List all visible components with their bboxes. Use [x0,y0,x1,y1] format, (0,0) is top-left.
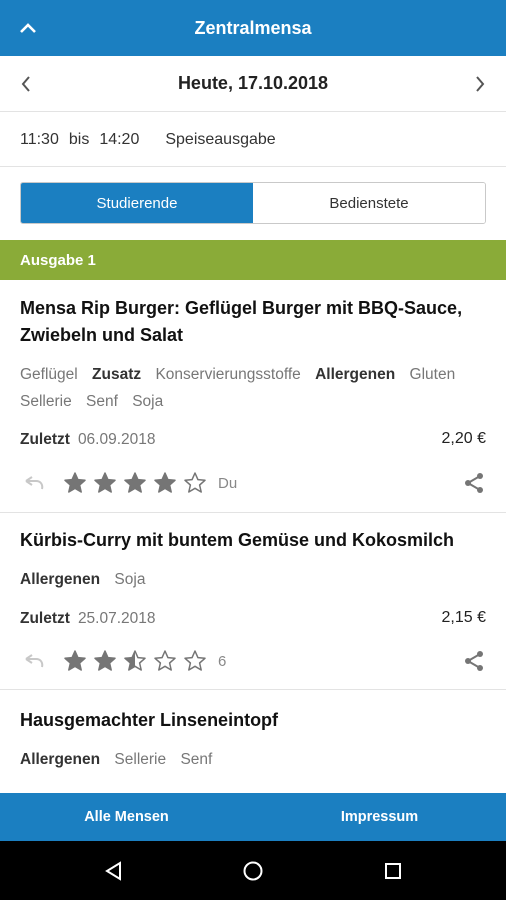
date-navigation: Heute, 17.10.2018 [0,56,506,112]
allergen: Sellerie [114,751,167,768]
star-icon[interactable] [150,647,180,675]
recents-icon[interactable] [379,857,407,885]
star-icon[interactable] [90,469,120,497]
bottom-bar: Alle Mensen Impressum [0,793,506,841]
back-icon[interactable] [100,857,128,885]
last-served-date: 25.07.2018 [77,610,156,627]
page-title: Zentralmensa [194,17,312,38]
opening-hours: 11:30 bis 14:20 Speiseausgabe [0,113,506,167]
allergen-label: Allergenen [20,571,101,588]
meal-name: Hausgemachter Linseneintopf [20,710,279,730]
meal-tags: Allergenen Soja [20,566,486,593]
star-icon[interactable] [90,647,120,675]
allergen: Senf [86,393,118,410]
meal-tags: Geflügel Zusatz Konservierungsstoffe All… [20,361,486,415]
last-served-label: Zuletzt [20,431,70,448]
section-header: Ausgabe 1 [0,240,506,280]
star-icon[interactable] [180,647,210,675]
hours-separator: bis [68,130,90,148]
allergen-label-text: Allergen [20,571,83,588]
star-icon[interactable] [150,469,180,497]
undo-icon[interactable] [20,647,48,675]
chevron-left-icon[interactable] [12,70,40,98]
star-rating[interactable] [60,647,210,675]
chevron-up-icon[interactable] [14,14,42,42]
tab-studierende[interactable]: Studierende [21,183,253,223]
meal-name: Mensa Rip Burger: Geflügel Burger mit BB… [20,298,463,345]
star-icon[interactable] [60,647,90,675]
rating-count: Du [218,474,238,492]
allergen: Soja [114,571,146,588]
meal-category: Geflügel [20,366,78,383]
rating-row: Du [20,469,486,497]
current-date: Heute, 17.10.2018 [177,73,329,93]
allergen-label-text: Allergen [20,751,83,768]
home-icon[interactable] [239,857,267,885]
app-bar: Zentralmensa [0,0,506,56]
star-rating[interactable] [60,469,210,497]
service-type: Speiseausgabe [165,130,276,148]
meal-item[interactable]: Kürbis-Curry mit buntem Gemüse und Kokos… [0,514,506,690]
additive: Konservierungsstoffe [155,366,301,383]
chevron-right-icon[interactable] [466,70,494,98]
meal-name: Kürbis-Curry mit buntem Gemüse und Kokos… [20,530,455,550]
allergen: Senf [180,751,213,768]
meal-tags: Allergenen Sellerie Senf [20,746,486,773]
all-mensen-button[interactable]: Alle Mensen [0,793,253,841]
star-icon[interactable] [180,469,210,497]
additives-label: Zusatz [92,366,142,383]
tab-bedienstete[interactable]: Bedienstete [253,183,485,223]
star-icon[interactable] [60,469,90,497]
allergen-label: Allergenen [20,751,101,768]
allergen: Gluten [409,366,456,383]
last-served: Zuletzt 06.09.2018 [20,431,156,449]
star-icon[interactable] [120,647,150,675]
last-served: Zuletzt 25.07.2018 [20,610,156,628]
share-icon[interactable] [460,469,488,497]
audience-segmented-control: Studierende Bedienstete [20,182,486,224]
hours-to: 14:20 [99,130,140,148]
meal-item[interactable]: Hausgemachter Linseneintopf Allergenen S… [0,691,506,793]
meal-price: 2,20 € [441,430,486,447]
hours-from: 11:30 [20,130,59,148]
share-icon[interactable] [460,647,488,675]
undo-icon[interactable] [20,469,48,497]
rating-count: 6 [218,652,227,670]
allergen: Sellerie [20,393,72,410]
last-served-label: Zuletzt [20,610,70,627]
system-navigation-bar [0,841,506,900]
meal-price: 2,15 € [441,609,486,626]
impressum-button[interactable]: Impressum [253,793,506,841]
rating-row: 6 [20,647,486,675]
allergen-label: Allergenen [315,366,396,383]
allergen: Soja [132,393,164,410]
last-served-date: 06.09.2018 [77,431,156,448]
meal-item[interactable]: Mensa Rip Burger: Geflügel Burger mit BB… [0,280,506,513]
star-icon[interactable] [120,469,150,497]
allergen-label-text: Allergen [315,366,378,383]
